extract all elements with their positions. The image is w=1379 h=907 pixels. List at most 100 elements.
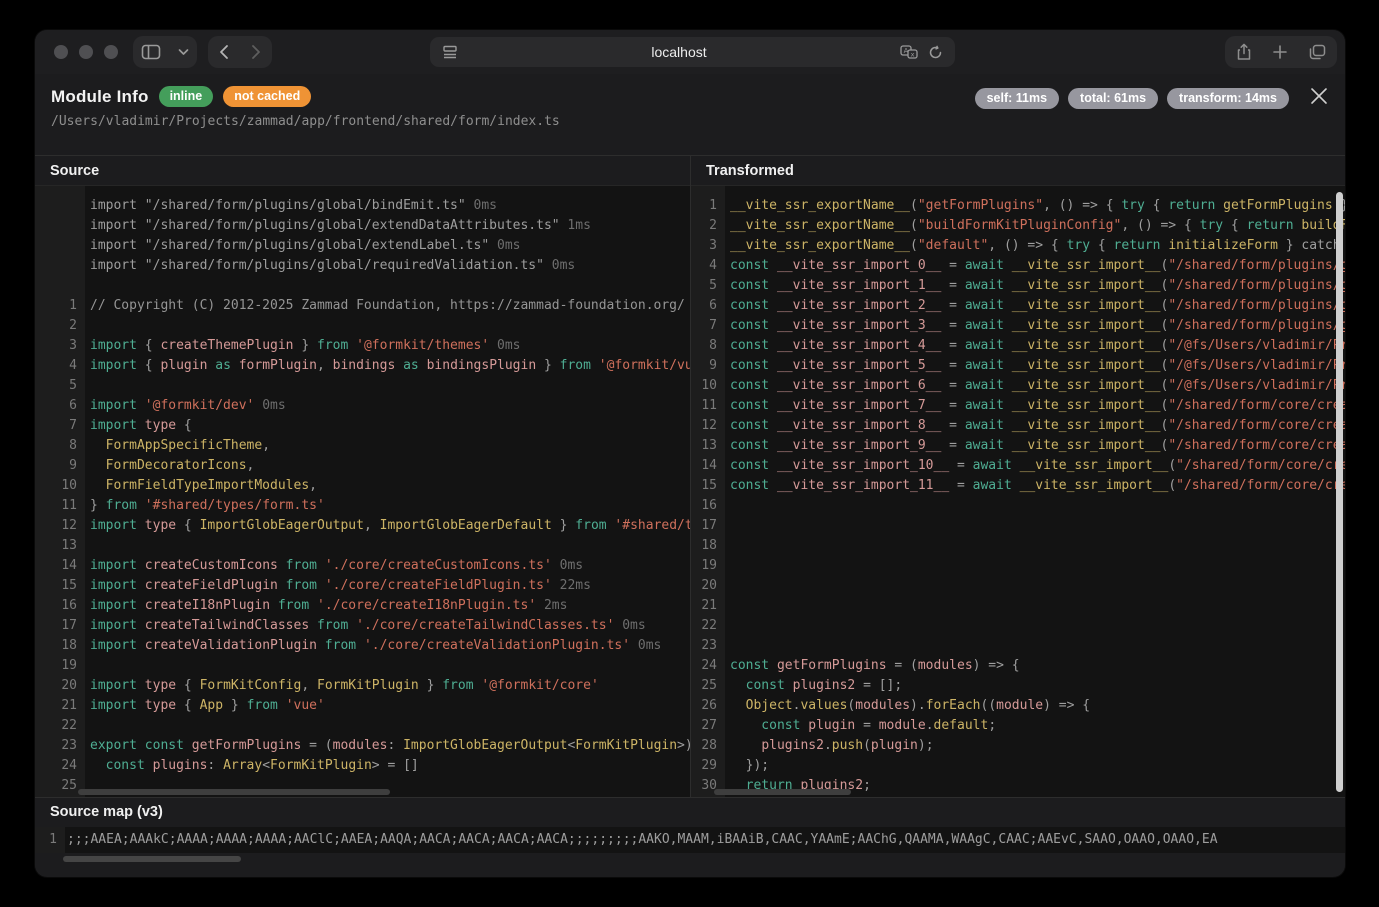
source-panel-title: Source bbox=[35, 156, 690, 186]
stat-transform: transform: 14ms bbox=[1167, 88, 1289, 109]
code-line: 19 bbox=[35, 656, 690, 676]
tabs-overview-button[interactable] bbox=[1309, 44, 1326, 60]
code-line: 21 bbox=[691, 596, 1345, 616]
forward-button[interactable] bbox=[251, 44, 261, 60]
browser-titlebar: localhost A x bbox=[35, 30, 1345, 74]
close-button[interactable] bbox=[1309, 86, 1329, 106]
page-title: Module Info bbox=[51, 87, 149, 107]
share-button[interactable] bbox=[1236, 43, 1252, 61]
code-line: 6const __vite_ssr_import_2__ = await __v… bbox=[691, 296, 1345, 316]
code-line: import "/shared/form/plugins/global/requ… bbox=[35, 256, 690, 276]
sourcemap-code-area: 1;;;AAEA;AAAkC;AAAA;AAAA;AAAA;AAClC;AAEA… bbox=[35, 827, 1345, 853]
code-line: 16import createI18nPlugin from './core/c… bbox=[35, 596, 690, 616]
traffic-light-close[interactable] bbox=[54, 45, 68, 59]
code-line: 8const __vite_ssr_import_4__ = await __v… bbox=[691, 336, 1345, 356]
transformed-panel: Transformed 1__vite_ssr_exportName__("ge… bbox=[690, 156, 1345, 797]
code-line: 23 bbox=[691, 636, 1345, 656]
code-line: 14const __vite_ssr_import_10__ = await _… bbox=[691, 456, 1345, 476]
sourcemap-horizontal-scrollbar[interactable] bbox=[63, 856, 241, 862]
code-line: 9const __vite_ssr_import_5__ = await __v… bbox=[691, 356, 1345, 376]
translate-icon[interactable]: A x bbox=[900, 45, 918, 60]
transformed-horizontal-scrollbar[interactable] bbox=[714, 789, 851, 795]
sourcemap-title: Source map (v3) bbox=[35, 798, 1345, 827]
code-line: 18import createValidationPlugin from './… bbox=[35, 636, 690, 656]
code-line: 13 bbox=[35, 536, 690, 556]
sourcemap-mappings: 1;;;AAEA;AAAkC;AAAA;AAAA;AAAA;AAClC;AAEA… bbox=[35, 827, 1345, 853]
new-tab-button[interactable] bbox=[1273, 45, 1287, 59]
source-horizontal-scrollbar[interactable] bbox=[78, 789, 390, 795]
code-line: 5const __vite_ssr_import_1__ = await __v… bbox=[691, 276, 1345, 296]
module-info-header: Module Info inline not cached self: 11ms… bbox=[35, 74, 1345, 155]
code-line: 4import { plugin as formPlugin, bindings… bbox=[35, 356, 690, 376]
code-panels: Source import "/shared/form/plugins/glob… bbox=[35, 155, 1345, 798]
badge-not-cached: not cached bbox=[223, 86, 311, 107]
code-line: 24 const plugins: Array<FormKitPlugin> =… bbox=[35, 756, 690, 776]
code-line: import "/shared/form/plugins/global/exte… bbox=[35, 236, 690, 256]
code-line: import "/shared/form/plugins/global/exte… bbox=[35, 216, 690, 236]
code-line: 8 FormAppSpecificTheme, bbox=[35, 436, 690, 456]
code-line: 2 bbox=[35, 316, 690, 336]
code-line: 3import { createThemePlugin } from '@for… bbox=[35, 336, 690, 356]
code-line: 25 const plugins2 = []; bbox=[691, 676, 1345, 696]
code-line: 4const __vite_ssr_import_0__ = await __v… bbox=[691, 256, 1345, 276]
code-line: 1// Copyright (C) 2012-2025 Zammad Found… bbox=[35, 296, 690, 316]
code-line: 10 FormFieldTypeImportModules, bbox=[35, 476, 690, 496]
browser-window: localhost A x bbox=[35, 30, 1345, 877]
code-line: 28 plugins2.push(plugin); bbox=[691, 736, 1345, 756]
reload-button[interactable] bbox=[928, 45, 943, 60]
code-line: 10const __vite_ssr_import_6__ = await __… bbox=[691, 376, 1345, 396]
svg-text:x: x bbox=[911, 50, 915, 58]
timing-stats: self: 11ms total: 61ms transform: 14ms bbox=[975, 88, 1289, 109]
code-line: 15import createFieldPlugin from './core/… bbox=[35, 576, 690, 596]
code-line: 1;;;AAEA;AAAkC;AAAA;AAAA;AAAA;AAClC;AAEA… bbox=[35, 827, 1345, 853]
sidebar-icon bbox=[141, 44, 161, 60]
transformed-panel-title: Transformed bbox=[691, 156, 1345, 186]
stat-total: total: 61ms bbox=[1068, 88, 1158, 109]
code-line: 11const __vite_ssr_import_7__ = await __… bbox=[691, 396, 1345, 416]
file-path: /Users/vladimir/Projects/zammad/app/fron… bbox=[51, 114, 1329, 130]
code-line: 26 Object.values(modules).forEach((modul… bbox=[691, 696, 1345, 716]
code-line: 11} from '#shared/types/form.ts' bbox=[35, 496, 690, 516]
source-code-area: import "/shared/form/plugins/global/bind… bbox=[35, 186, 690, 797]
sidebar-toggle-button[interactable] bbox=[133, 36, 197, 68]
vertical-scrollbar[interactable] bbox=[1336, 192, 1343, 792]
badge-inline: inline bbox=[159, 86, 214, 107]
code-line: 22 bbox=[691, 616, 1345, 636]
stat-self: self: 11ms bbox=[975, 88, 1059, 109]
code-line: 29 }); bbox=[691, 756, 1345, 776]
code-line: 3__vite_ssr_exportName__("default", () =… bbox=[691, 236, 1345, 256]
code-line: 15const __vite_ssr_import_11__ = await _… bbox=[691, 476, 1345, 496]
code-line: 12import type { ImportGlobEagerOutput, I… bbox=[35, 516, 690, 536]
source-preamble: import "/shared/form/plugins/global/bind… bbox=[35, 196, 690, 276]
code-line: 5 bbox=[35, 376, 690, 396]
reader-icon[interactable] bbox=[442, 45, 458, 59]
url-text: localhost bbox=[458, 44, 900, 60]
code-line: 19 bbox=[691, 556, 1345, 576]
source-panel: Source import "/shared/form/plugins/glob… bbox=[35, 156, 690, 797]
code-line: 13const __vite_ssr_import_9__ = await __… bbox=[691, 436, 1345, 456]
code-line: 20 bbox=[691, 576, 1345, 596]
nav-buttons bbox=[208, 36, 272, 68]
traffic-light-minimize[interactable] bbox=[79, 45, 93, 59]
chevron-down-icon bbox=[178, 48, 189, 56]
code-line: 6import '@formkit/dev' 0ms bbox=[35, 396, 690, 416]
back-button[interactable] bbox=[219, 44, 229, 60]
code-line: 21import type { App } from 'vue' bbox=[35, 696, 690, 716]
source-code: 1// Copyright (C) 2012-2025 Zammad Found… bbox=[35, 296, 690, 796]
code-line: 7const __vite_ssr_import_3__ = await __v… bbox=[691, 316, 1345, 336]
toolbar-right-buttons bbox=[1225, 36, 1337, 68]
code-line: 16 bbox=[691, 496, 1345, 516]
code-line: 2__vite_ssr_exportName__("buildFormKitPl… bbox=[691, 216, 1345, 236]
url-bar[interactable]: localhost A x bbox=[430, 37, 955, 67]
code-line: import "/shared/form/plugins/global/bind… bbox=[35, 196, 690, 216]
code-line: 17 bbox=[691, 516, 1345, 536]
code-line: 14import createCustomIcons from './core/… bbox=[35, 556, 690, 576]
code-line: 23export const getFormPlugins = (modules… bbox=[35, 736, 690, 756]
code-line: 12const __vite_ssr_import_8__ = await __… bbox=[691, 416, 1345, 436]
code-line: 22 bbox=[35, 716, 690, 736]
sourcemap-panel: Source map (v3) 1;;;AAEA;AAAkC;AAAA;AAAA… bbox=[35, 798, 1345, 876]
traffic-light-maximize[interactable] bbox=[104, 45, 118, 59]
code-line: 24const getFormPlugins = (modules) => { bbox=[691, 656, 1345, 676]
code-line: 27 const plugin = module.default; bbox=[691, 716, 1345, 736]
code-line: 17import createTailwindClasses from './c… bbox=[35, 616, 690, 636]
